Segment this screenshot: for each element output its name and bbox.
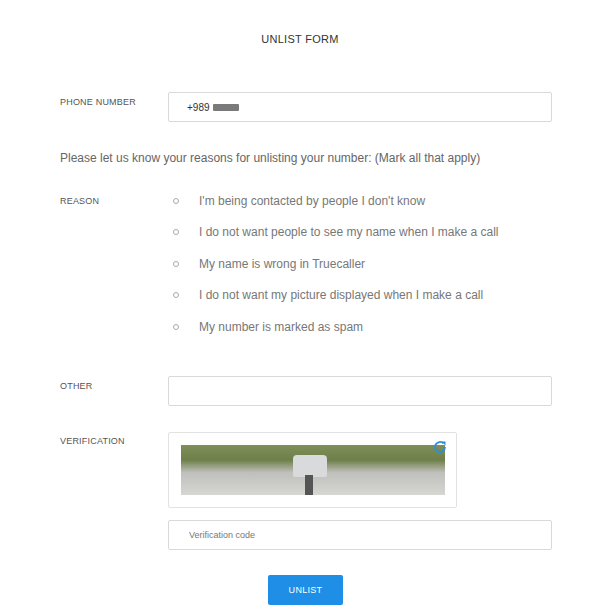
mailbox-post [305, 475, 313, 495]
other-row: OTHER [60, 376, 552, 406]
reason-option[interactable]: My number is marked as spam [168, 311, 552, 343]
option-label: My name is wrong in Truecaller [199, 257, 365, 271]
captcha-image [181, 445, 445, 495]
option-checkbox[interactable] [173, 261, 179, 267]
phone-value: +989 [187, 102, 210, 113]
verification-input[interactable] [168, 520, 552, 550]
option-checkbox[interactable] [173, 324, 179, 330]
verification-row: VERIFICATION [60, 432, 552, 550]
button-row: UNLIST [60, 575, 552, 605]
option-checkbox[interactable] [173, 229, 179, 235]
redaction [213, 104, 239, 111]
phone-row: PHONE NUMBER +989 [60, 92, 552, 122]
reason-row: REASON I'm being contacted by people I do… [60, 185, 552, 343]
option-checkbox[interactable] [173, 292, 179, 298]
mailbox [293, 455, 327, 477]
reason-option[interactable]: I do not want people to see my name when… [168, 217, 552, 249]
reason-option[interactable]: I'm being contacted by people I don't kn… [168, 185, 552, 217]
form-title: UNLIST FORM [48, 33, 552, 47]
unlist-button[interactable]: UNLIST [268, 575, 343, 605]
verification-group [168, 432, 552, 550]
refresh-icon[interactable] [432, 439, 448, 455]
option-label: My number is marked as spam [199, 320, 363, 334]
reason-label: REASON [60, 185, 168, 343]
other-label: OTHER [60, 376, 168, 406]
phone-label: PHONE NUMBER [60, 92, 168, 122]
other-field[interactable] [168, 376, 552, 406]
option-checkbox[interactable] [173, 198, 179, 204]
phone-field[interactable]: +989 [168, 92, 552, 122]
captcha-box [168, 432, 457, 508]
option-label: I'm being contacted by people I don't kn… [199, 194, 425, 208]
reason-option[interactable]: My name is wrong in Truecaller [168, 248, 552, 280]
verification-label: VERIFICATION [60, 432, 168, 550]
reason-option[interactable]: I do not want my picture displayed when … [168, 280, 552, 312]
reason-list: I'm being contacted by people I don't kn… [168, 185, 552, 343]
option-label: I do not want people to see my name when… [199, 225, 499, 239]
reasons-prompt: Please let us know your reasons for unli… [60, 150, 552, 166]
option-label: I do not want my picture displayed when … [199, 288, 483, 302]
